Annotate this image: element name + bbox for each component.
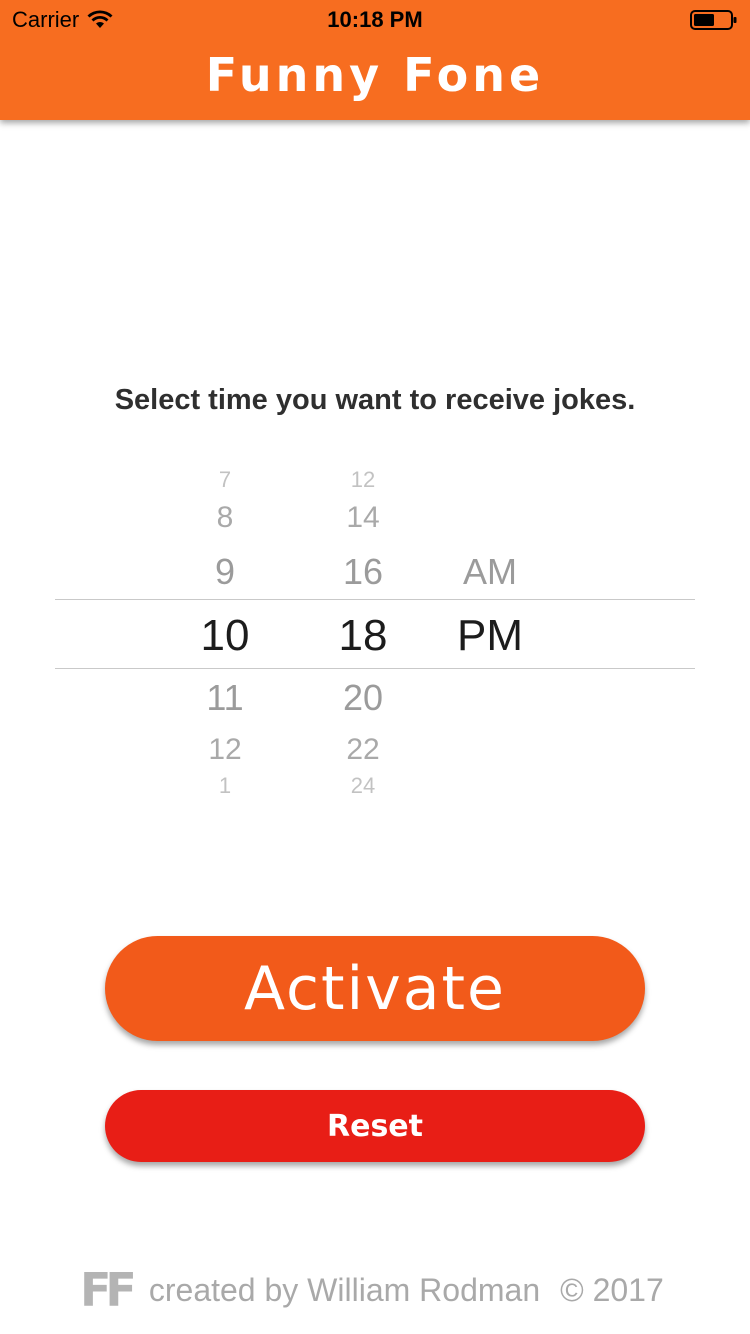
minute-option[interactable]: 12 (313, 467, 413, 493)
status-bar: Carrier 10:18 PM (0, 0, 750, 40)
hour-option-selected[interactable]: 10 (175, 611, 275, 661)
header-bar: Carrier 10:18 PM Funny Fone (0, 0, 750, 120)
period-wheel[interactable]: AM PM (440, 465, 540, 805)
footer: FF created by William Rodman © 2017 (80, 1263, 664, 1317)
minute-wheel[interactable]: 12 14 16 18 20 22 24 (313, 465, 413, 805)
minute-option[interactable]: 20 (313, 677, 413, 719)
time-picker[interactable]: 7 8 9 10 11 12 1 12 14 16 18 20 22 24 AM… (55, 465, 695, 805)
minute-option[interactable]: 16 (313, 551, 413, 593)
app-title: Funny Fone (205, 48, 545, 102)
ff-logo: FF (80, 1263, 137, 1317)
time-prompt: Select time you want to receive jokes. (114, 384, 636, 416)
status-time: 10:18 PM (327, 7, 423, 32)
minute-option[interactable]: 24 (313, 773, 413, 799)
hour-option[interactable]: 8 (175, 501, 275, 535)
hour-option[interactable]: 12 (175, 733, 275, 767)
hour-option[interactable]: 7 (175, 467, 275, 493)
period-option-selected[interactable]: PM (440, 611, 540, 661)
hour-wheel[interactable]: 7 8 9 10 11 12 1 (175, 465, 275, 805)
minute-option[interactable]: 14 (313, 501, 413, 535)
footer-copyright: © 2017 (560, 1271, 664, 1308)
reset-button[interactable]: Reset (105, 1090, 645, 1162)
minute-option[interactable]: 22 (313, 733, 413, 767)
battery-icon (690, 10, 737, 30)
footer-credit: created by William Rodman (148, 1271, 541, 1308)
hour-option[interactable]: 11 (175, 677, 275, 719)
activate-button[interactable]: Activate (105, 936, 645, 1041)
hour-option[interactable]: 1 (175, 773, 275, 799)
minute-option-selected[interactable]: 18 (313, 611, 413, 661)
period-option[interactable]: AM (440, 551, 540, 593)
hour-option[interactable]: 9 (175, 551, 275, 593)
